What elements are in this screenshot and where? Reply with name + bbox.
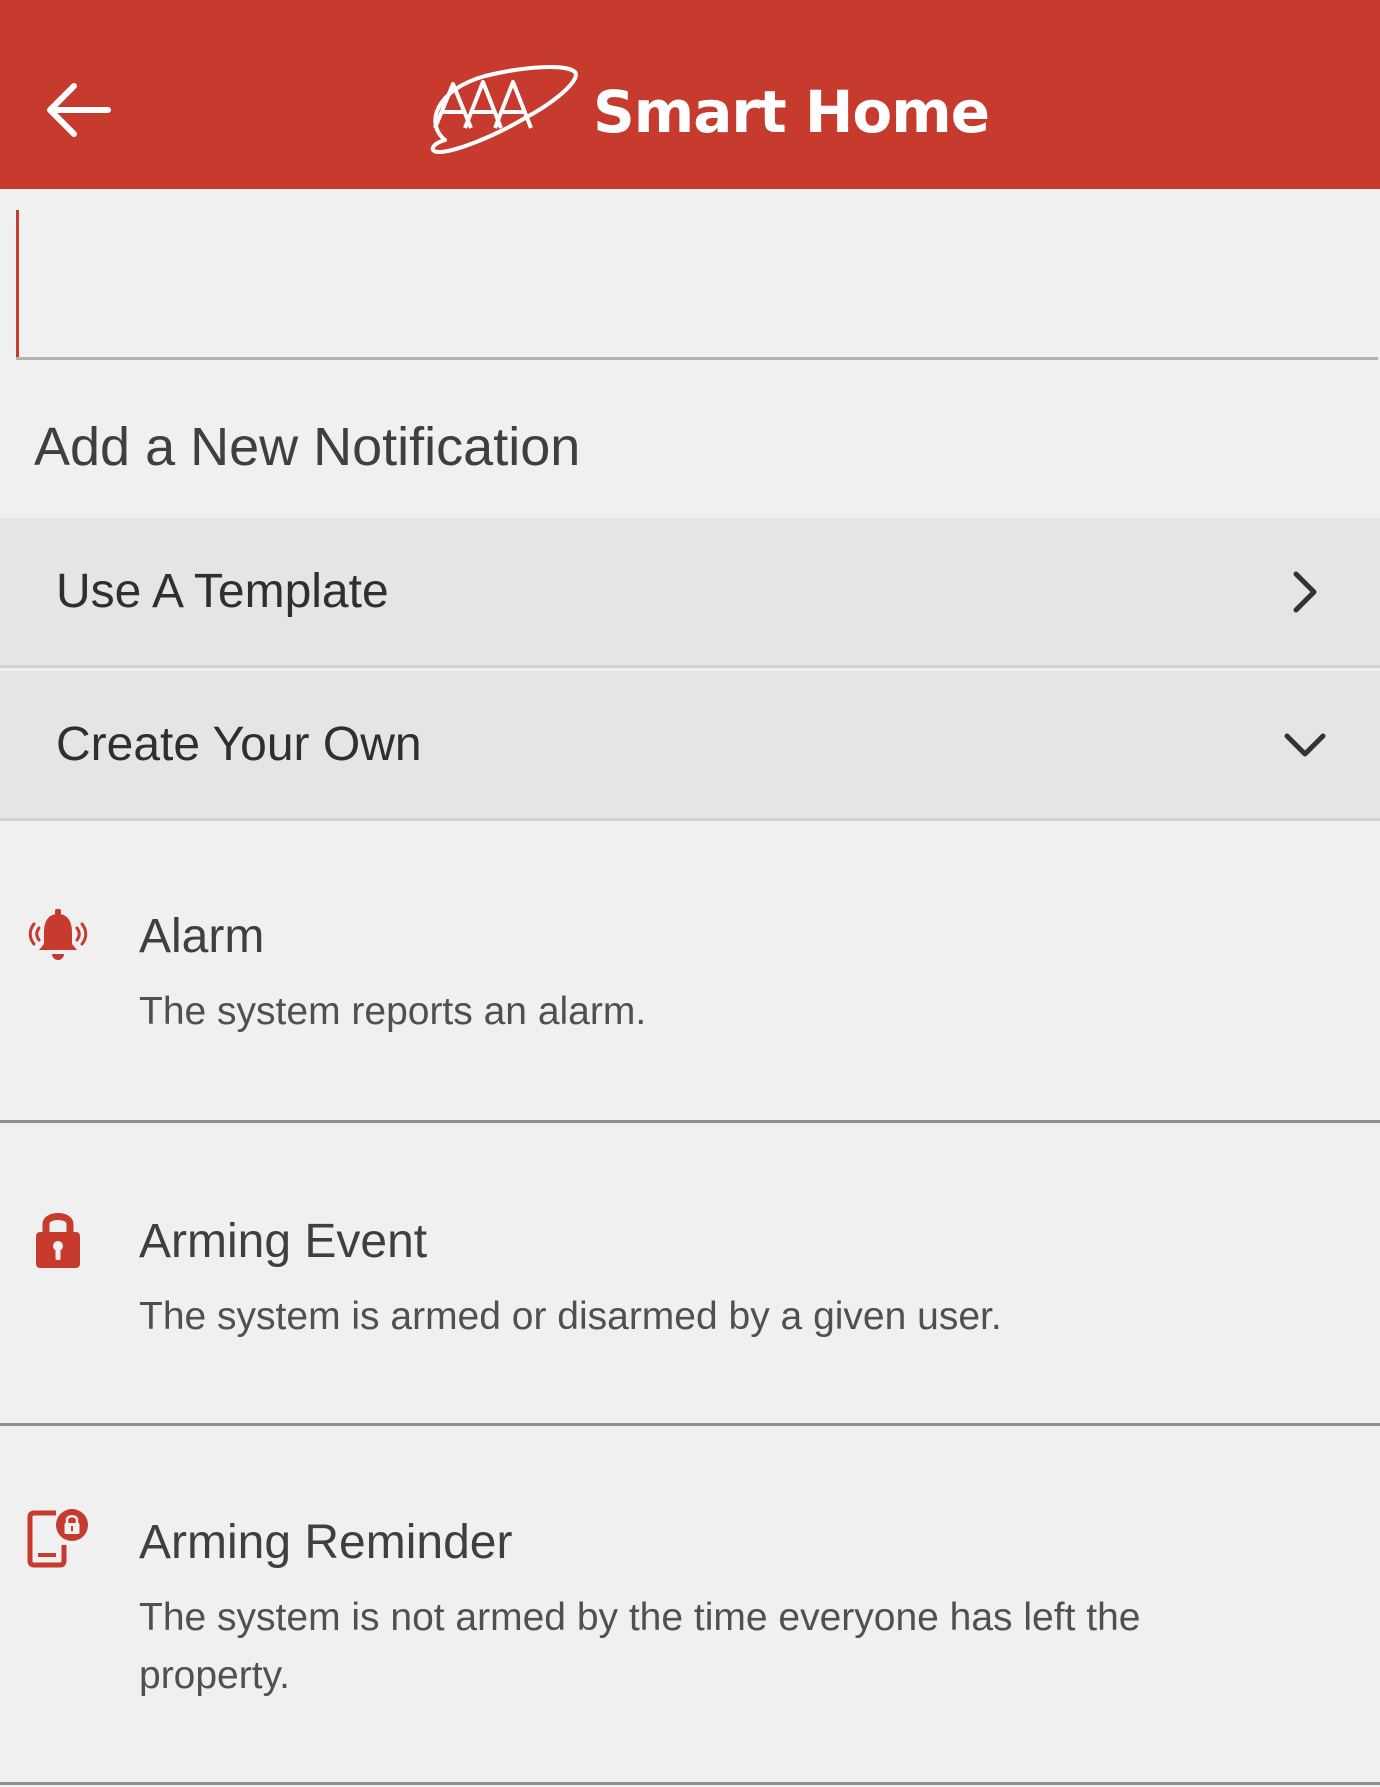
arming-event-title: Arming Event — [139, 1215, 428, 1268]
notification-name-input[interactable] — [16, 210, 1378, 357]
brand-logo: Smart Home — [425, 62, 990, 162]
phone-lock-icon — [26, 1505, 90, 1569]
notification-type-alarm[interactable]: Alarm The system reports an alarm. — [0, 823, 1380, 1123]
notification-type-arming-event[interactable]: Arming Event The system is armed or disa… — [0, 1126, 1380, 1426]
arming-event-description: The system is armed or disarmed by a giv… — [139, 1295, 1002, 1338]
create-your-own-row[interactable]: Create Your Own — [0, 671, 1380, 821]
alarm-bell-icon — [26, 906, 90, 970]
app-title: Smart Home — [593, 78, 990, 146]
app-header: Smart Home — [0, 0, 1380, 189]
notification-name-field[interactable] — [16, 210, 1378, 360]
alarm-title: Alarm — [139, 910, 265, 963]
arrow-left-icon — [47, 83, 111, 137]
use-template-label: Use A Template — [56, 565, 389, 618]
chevron-down-icon — [1280, 720, 1330, 770]
back-button[interactable] — [38, 70, 118, 150]
lock-icon — [26, 1206, 90, 1270]
use-template-row[interactable]: Use A Template — [0, 518, 1380, 668]
aaa-logo-icon — [430, 65, 578, 155]
alarm-description: The system reports an alarm. — [139, 990, 647, 1033]
arming-reminder-title: Arming Reminder — [139, 1516, 513, 1569]
text-caret — [16, 210, 19, 357]
app-screen: Smart Home Add a New Notification Use A … — [0, 0, 1380, 1787]
chevron-right-icon — [1280, 567, 1330, 617]
arming-reminder-description: The system is not armed by the time ever… — [139, 1596, 1141, 1697]
notification-type-arming-reminder[interactable]: Arming Reminder The system is not armed … — [0, 1429, 1380, 1785]
create-your-own-label: Create Your Own — [56, 718, 422, 771]
section-title: Add a New Notification — [34, 417, 581, 477]
